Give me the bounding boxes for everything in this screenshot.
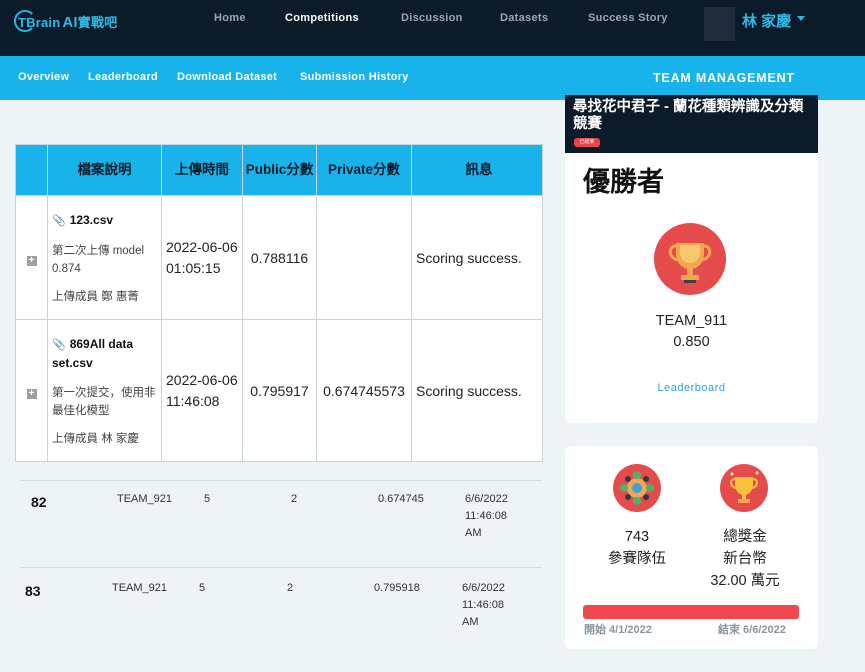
private-score: 0.674745573 — [316, 319, 412, 462]
file-description: 第一次提交，使用非最佳化模型 — [52, 387, 156, 417]
table-row: + 📎 869All data set.csv 第一次提交，使用非最佳化模型 上傳… — [15, 319, 543, 462]
submit-date: 6/6/2022 — [462, 582, 505, 594]
team-name: TEAM_921 — [112, 582, 168, 594]
team-name: TEAM_921 — [117, 493, 173, 505]
subnav-download-dataset[interactable]: Download Dataset — [177, 71, 277, 83]
submit-ampm: AM — [465, 527, 482, 539]
status-badge: 已結束 — [574, 138, 600, 147]
header-upload-time: 上傳時間 — [161, 144, 243, 196]
start-date: 開始 4/1/2022 — [584, 624, 652, 636]
leaderboard-row: 83 TEAM_921 5 2 0.795918 6/6/2022 11:46:… — [20, 567, 542, 643]
submission-table: 檔案說明 上傳時間 Public分數 Private分數 訊息 + 📎 123.c… — [15, 144, 543, 462]
paperclip-icon: 📎 — [52, 339, 66, 351]
entry-count: 2 — [287, 582, 294, 594]
header-private-score: Private分數 — [316, 144, 412, 196]
teams-label: 參賽隊伍 — [608, 551, 666, 567]
nav-discussion[interactable]: Discussion — [401, 12, 463, 24]
logo-suffix: 實戰吧 — [77, 14, 118, 30]
leaderboard-row: 82 TEAM_921 5 2 0.674745 6/6/2022 11:46:… — [20, 480, 542, 556]
avatar[interactable] — [704, 7, 735, 41]
message: Scoring success. — [411, 195, 543, 320]
table-header-row: 檔案說明 上傳時間 Public分數 Private分數 訊息 — [15, 144, 543, 196]
nav-success-story[interactable]: Success Story — [588, 12, 668, 24]
rank: 82 — [31, 494, 47, 510]
upload-time: 2022-06-06 01:05:15 — [161, 195, 243, 320]
competition-progress-bar — [583, 605, 799, 619]
private-score — [316, 195, 412, 320]
prize-currency: 新台幣 — [723, 551, 767, 567]
top-navigation-bar: TBrain AI實戰吧 Home Competitions Discussion… — [0, 0, 865, 56]
rank: 83 — [25, 583, 41, 599]
subnav-submission-history[interactable]: Submission History — [300, 71, 409, 83]
submit-ampm: AM — [462, 616, 479, 628]
upload-member: 上傳成員 林 家慶 — [52, 433, 139, 445]
member-count: 5 — [199, 582, 206, 594]
logo-ai: AI — [62, 13, 78, 31]
teams-count: 743 — [624, 529, 650, 545]
winner-team-name: TEAM_911 — [655, 313, 728, 329]
file-name[interactable]: 123.csv — [70, 213, 113, 227]
header-public-score: Public分數 — [242, 144, 317, 196]
competition-header: 尋找花中君子 - 蘭花種類辨識及分類競賽 已結束 — [565, 95, 818, 153]
team-management-link[interactable]: TEAM MANAGEMENT — [653, 71, 795, 85]
entry-count: 2 — [291, 493, 298, 505]
public-score: 0.788116 — [242, 195, 317, 320]
member-count: 5 — [204, 493, 211, 505]
logo-brand: TBrain — [18, 14, 61, 30]
expand-plus-icon[interactable]: + — [26, 255, 37, 266]
nav-competitions[interactable]: Competitions — [285, 12, 359, 24]
prize-label: 總獎金 — [723, 529, 767, 545]
nav-home[interactable]: Home — [214, 12, 246, 24]
score: 0.795918 — [374, 582, 420, 594]
submit-time: 11:46:08 — [465, 510, 508, 522]
trophy-icon — [654, 223, 726, 295]
public-score: 0.795917 — [242, 319, 317, 462]
end-date: 結束 6/6/2022 — [718, 624, 786, 636]
upload-time: 2022-06-06 11:46:08 — [161, 319, 243, 462]
subnav-leaderboard[interactable]: Leaderboard — [88, 71, 158, 83]
tbrain-logo[interactable]: TBrain AI實戰吧 — [14, 9, 117, 33]
paperclip-icon: 📎 — [52, 215, 66, 227]
submit-time: 11:46:08 — [462, 599, 505, 611]
score: 0.674745 — [378, 493, 424, 505]
header-expand — [15, 144, 48, 196]
user-name[interactable]: 林 家慶 — [742, 10, 791, 31]
competition-title[interactable]: 尋找花中君子 - 蘭花種類辨識及分類競賽 — [573, 99, 815, 133]
chevron-down-icon[interactable] — [797, 16, 805, 21]
winner-score: 0.850 — [673, 334, 710, 350]
prize-trophy-icon — [720, 464, 768, 512]
file-description: 第二次上傳 model 0.874 — [52, 245, 145, 275]
table-row: + 📎 123.csv 第二次上傳 model 0.874 上傳成員 鄭 惠菁 2… — [15, 195, 543, 320]
winner-title: 優勝者 — [583, 167, 664, 197]
competition-subnav: Overview Leaderboard Download Dataset Su… — [0, 56, 865, 100]
subnav-overview[interactable]: Overview — [18, 71, 69, 83]
teams-icon — [613, 464, 661, 512]
expand-plus-icon[interactable]: + — [26, 388, 37, 399]
submit-date: 6/6/2022 — [465, 493, 508, 505]
leaderboard-link[interactable]: Leaderboard — [565, 382, 818, 394]
header-message: 訊息 — [411, 144, 543, 196]
prize-amount: 32.00 萬元 — [710, 573, 780, 589]
nav-datasets[interactable]: Datasets — [500, 12, 548, 24]
message: Scoring success. — [411, 319, 543, 462]
upload-member: 上傳成員 鄭 惠菁 — [52, 291, 139, 303]
header-description: 檔案說明 — [47, 144, 162, 196]
